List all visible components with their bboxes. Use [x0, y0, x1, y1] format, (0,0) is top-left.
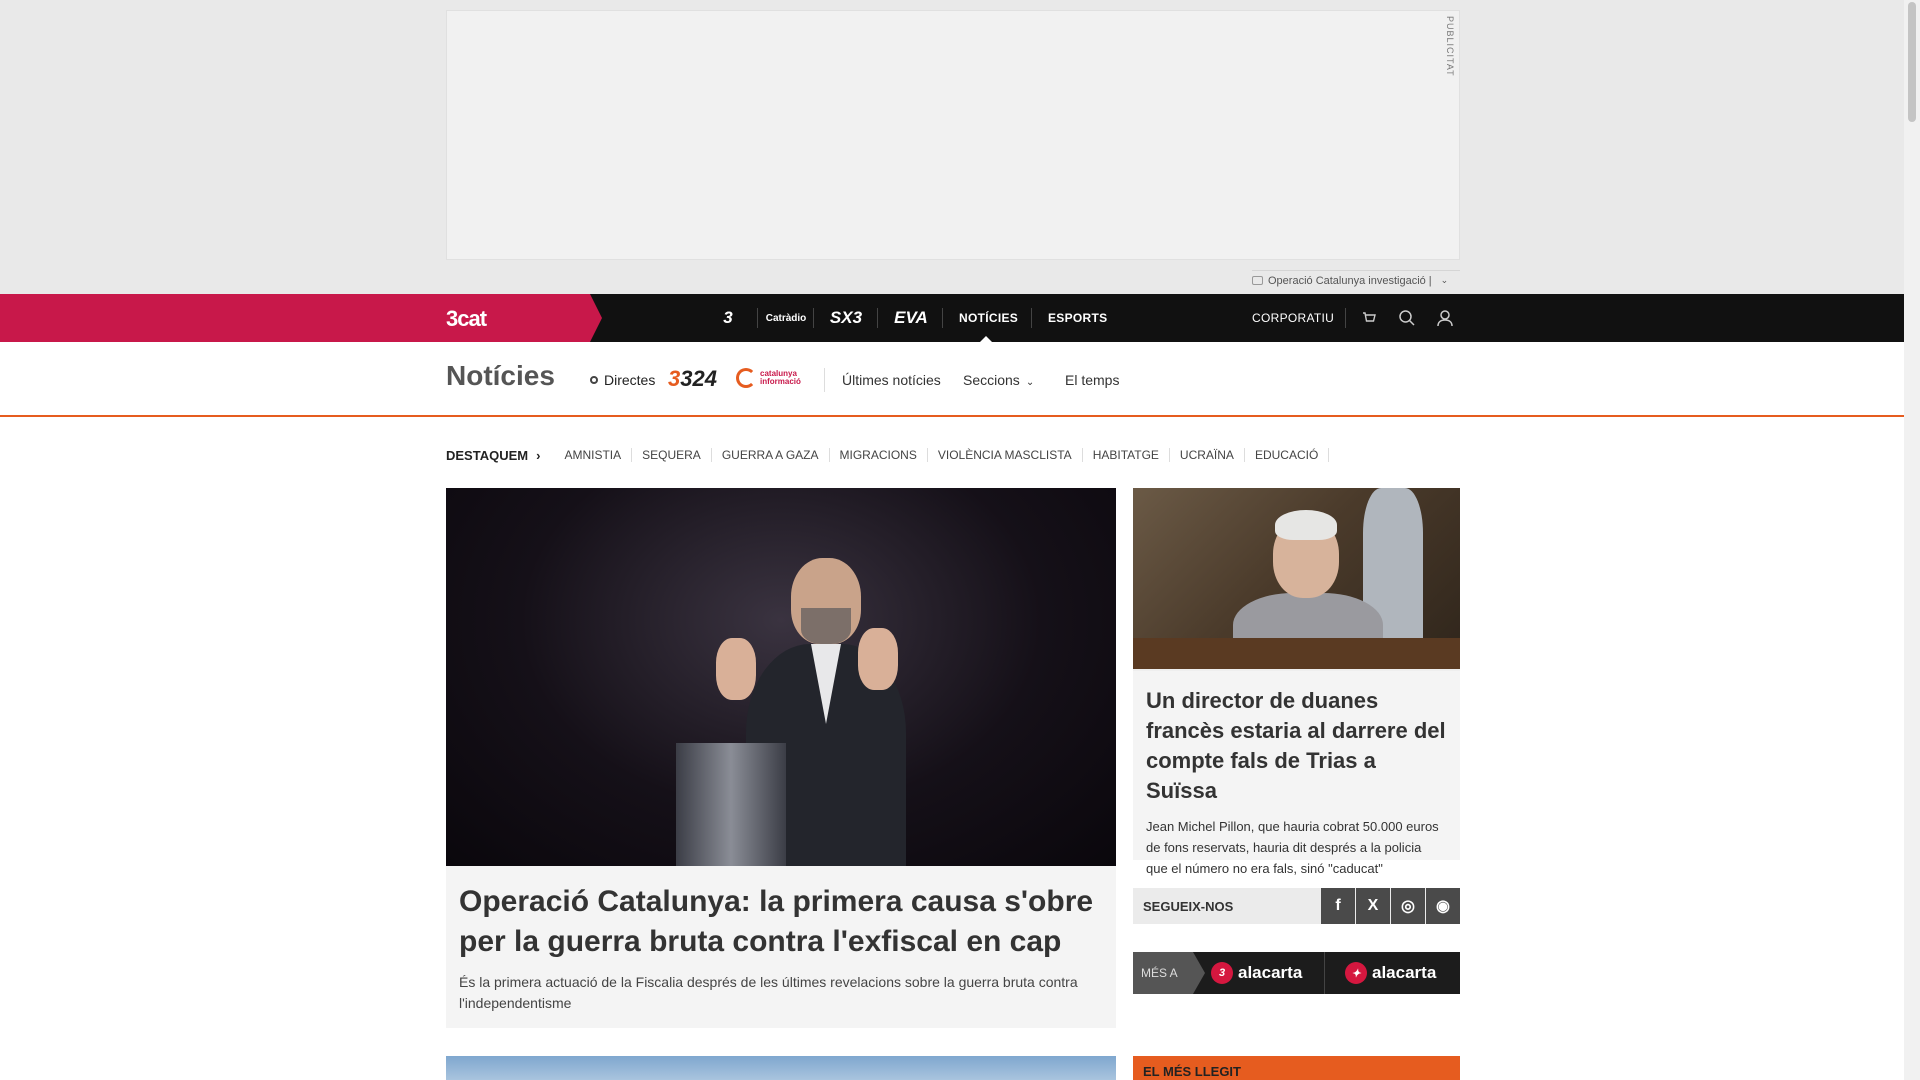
channel-eva-logo[interactable]: EVA — [890, 294, 932, 342]
ad-label: PUBLICITAT — [1445, 16, 1455, 77]
side-story-card[interactable]: Un director de duanes francès estaria al… — [1133, 488, 1460, 876]
ad-topic-label: Operació Catalunya investigació | — [1268, 274, 1432, 287]
catradio-badge-icon: ✦ — [1345, 962, 1367, 984]
catinfo-line2: informació — [760, 377, 801, 386]
live-link[interactable]: Directes — [590, 372, 655, 388]
divider — [942, 308, 943, 328]
channel-catradio-logo[interactable]: Catràdio — [766, 294, 807, 342]
podium-figure — [676, 743, 786, 866]
nav-link-esports[interactable]: ESPORTS — [1048, 294, 1107, 342]
facebook-icon[interactable]: f — [1321, 888, 1355, 924]
highlights-title[interactable]: DESTAQUEM › — [446, 448, 540, 463]
highlights-title-label: DESTAQUEM — [446, 447, 529, 463]
highlight-tag[interactable]: SEQUERA — [632, 448, 712, 462]
channel-tv3-logo[interactable]: 3 — [710, 294, 746, 342]
hand-figure — [858, 628, 898, 690]
advertisement-slot[interactable] — [446, 10, 1460, 260]
divider — [824, 368, 825, 392]
ad-band: PUBLICITAT Operació Catalunya investigac… — [0, 0, 1904, 294]
top-navigation: 3cat 3 Catràdio SX3 EVA NOTÍCIES ESPORTS… — [0, 294, 1904, 342]
side-story-photo[interactable] — [1133, 488, 1460, 671]
sections-label: Seccions — [963, 372, 1020, 388]
3cat-logo[interactable]: 3cat — [446, 306, 487, 332]
user-icon[interactable] — [1433, 306, 1457, 330]
main-story-headline[interactable]: Operació Catalunya: la primera causa s'o… — [459, 882, 1099, 962]
desk-figure — [1133, 638, 1460, 669]
divider — [757, 308, 758, 328]
alacarta-label: alacarta — [1238, 963, 1303, 982]
main-story-text: Operació Catalunya: la primera causa s'o… — [459, 882, 1099, 1014]
chevron-down-icon: ⌄ — [1440, 275, 1449, 285]
divider — [813, 308, 814, 328]
highlight-tag[interactable]: GUERRA A GAZA — [712, 448, 830, 462]
catradio-alacarta-link[interactable]: ✦ alacarta — [1345, 952, 1436, 994]
highlight-tag[interactable]: HABITATGE — [1083, 448, 1170, 462]
divider — [1031, 308, 1032, 328]
side-story-headline[interactable]: Un director de duanes francès estaria al… — [1146, 686, 1446, 806]
highlight-tag[interactable]: EDUCACIÓ — [1245, 448, 1330, 462]
most-read-title: EL MÉS LLEGIT — [1143, 1064, 1241, 1079]
page-scrollbar[interactable] — [1904, 0, 1920, 1080]
most-read-section: EL MÉS LLEGIT — [1133, 1056, 1460, 1080]
side-story-lead: Jean Michel Pillon, que hauria cobrat 50… — [1146, 819, 1439, 876]
highlight-tag[interactable]: VIOLÈNCIA MASCLISTA — [928, 448, 1083, 462]
divider — [1345, 308, 1346, 328]
side-story-text: Un director de duanes francès estaria al… — [1146, 686, 1446, 879]
highlight-tag[interactable]: UCRAÏNA — [1170, 448, 1245, 462]
divider — [877, 308, 878, 328]
chevron-down-icon: ⌄ — [1025, 377, 1035, 388]
cart-icon[interactable] — [1357, 306, 1381, 330]
next-story-photo[interactable] — [446, 1056, 1116, 1080]
rss-icon[interactable]: ◉ — [1426, 888, 1460, 924]
main-story-photo[interactable] — [446, 488, 1116, 866]
live-label: Directes — [604, 372, 656, 388]
channel-324-logo[interactable]: 3324 — [668, 366, 717, 392]
tag-icon — [1252, 276, 1263, 285]
channel-sx3-logo[interactable]: SX3 — [825, 294, 867, 342]
catalunya-informacio-logo[interactable]: catalunya informació — [736, 368, 801, 388]
section-header: Notícies Directes 3324 catalunya informac… — [0, 342, 1904, 417]
tv3-alacarta-link[interactable]: 3 alacarta — [1211, 952, 1302, 994]
divider — [1324, 952, 1325, 994]
live-icon — [590, 376, 598, 384]
latest-news-link[interactable]: Últimes notícies — [842, 372, 941, 388]
alacarta-banner: MÉS A 3 alacarta ✦ alacarta — [1133, 952, 1460, 994]
instagram-icon[interactable]: ◎ — [1391, 888, 1425, 924]
ad-topic-dropdown[interactable]: Operació Catalunya investigació | ⌄ — [1252, 270, 1460, 290]
weather-link[interactable]: El temps — [1065, 372, 1119, 388]
highlight-tag[interactable]: MIGRACIONS — [830, 448, 928, 462]
brand-banner — [0, 294, 602, 342]
nav-link-noticies[interactable]: NOTÍCIES — [959, 294, 1018, 342]
nav-link-corporatiu[interactable]: CORPORATIU — [1252, 294, 1334, 342]
main-story-lead: És la primera actuació de la Fiscalia de… — [459, 974, 1078, 1011]
follow-us-bar: SEGUEIX-NOS f X ◎ ◉ — [1133, 888, 1460, 924]
alacarta-prefix: MÉS A — [1133, 952, 1205, 994]
follow-us-label: SEGUEIX-NOS — [1143, 899, 1234, 914]
scrollbar-thumb[interactable] — [1908, 2, 1916, 122]
man-hair-figure — [1275, 510, 1337, 540]
page-title[interactable]: Notícies — [446, 360, 555, 392]
tv3-badge-icon: 3 — [1211, 962, 1233, 984]
x-twitter-icon[interactable]: X — [1356, 888, 1390, 924]
hand-figure — [716, 638, 756, 700]
main-story-card[interactable]: Operació Catalunya: la primera causa s'o… — [446, 488, 1116, 1028]
highlights-bar: DESTAQUEM › AMNISTIA SEQUERA GUERRA A GA… — [446, 444, 1330, 466]
catinfo-circle-icon — [736, 368, 756, 388]
alacarta-label: alacarta — [1372, 963, 1437, 982]
sections-dropdown[interactable]: Seccions ⌄ — [963, 372, 1034, 388]
chevron-right-icon: › — [536, 447, 541, 463]
highlight-tag[interactable]: AMNISTIA — [554, 448, 633, 462]
search-icon[interactable] — [1395, 306, 1419, 330]
